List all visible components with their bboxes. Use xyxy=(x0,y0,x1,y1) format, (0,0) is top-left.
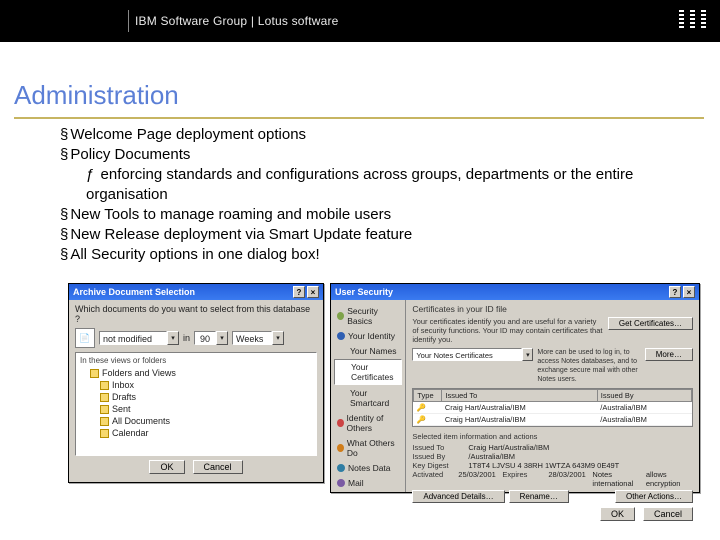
document-icon: 📄 xyxy=(75,328,95,348)
tree-item[interactable]: Sent xyxy=(100,403,312,415)
archive-dialog: Archive Document Selection ? × Which doc… xyxy=(68,283,324,483)
other-actions-button[interactable]: Other Actions… xyxy=(615,490,693,503)
security-dialog: User Security ? × Security Basics Your I… xyxy=(330,283,700,493)
rename-button[interactable]: Rename… xyxy=(509,490,569,503)
more-button[interactable]: More… xyxy=(645,348,693,361)
close-icon[interactable]: × xyxy=(683,286,695,298)
section-title: Administration xyxy=(14,80,720,111)
ibm-logo xyxy=(679,10,706,28)
folder-icon xyxy=(100,381,109,390)
header-divider xyxy=(128,10,129,32)
sidebar-item-notes-data[interactable]: Notes Data xyxy=(334,461,402,475)
grid-col-issued-to: Issued To xyxy=(442,390,597,402)
bullet-release: New Release deployment via Smart Update … xyxy=(60,225,680,245)
section-underline xyxy=(14,117,704,119)
archive-question: Which documents do you want to select fr… xyxy=(75,304,317,324)
duration-unit: Weeks xyxy=(232,331,272,345)
cancel-button[interactable]: Cancel xyxy=(193,460,243,474)
security-dialog-title: User Security xyxy=(335,287,393,297)
cert-type-value: Your Notes Certificates xyxy=(412,348,522,361)
cancel-button[interactable]: Cancel xyxy=(643,507,693,521)
sidebar-item-what-others[interactable]: What Others Do xyxy=(334,436,402,460)
bullet-security: All Security options in one dialog box! xyxy=(60,245,680,265)
cert-grid[interactable]: Type Issued To Issued By 🔑Craig Hart/Aus… xyxy=(412,388,693,427)
sidebar-item-identity[interactable]: Your Identity xyxy=(334,329,402,343)
security-sidebar: Security Basics Your Identity Your Names… xyxy=(331,300,406,492)
duration-unit-combo[interactable]: Weeks ▾ xyxy=(232,331,284,345)
folder-icon xyxy=(100,429,109,438)
folder-icon xyxy=(100,405,109,414)
dot-icon xyxy=(337,332,345,340)
bullet-welcome: Welcome Page deployment options xyxy=(60,125,680,145)
tree-header: In these views or folders xyxy=(80,356,312,365)
folder-tree[interactable]: In these views or folders Folders and Vi… xyxy=(75,352,317,456)
grid-col-issued-by: Issued By xyxy=(597,390,691,402)
grid-row[interactable]: 🔑Craig Hart/Australia/IBM/Australia/IBM xyxy=(414,402,692,414)
archive-dialog-title: Archive Document Selection xyxy=(73,287,195,297)
criteria-in: in xyxy=(183,333,190,343)
bullet-list: Welcome Page deployment options Policy D… xyxy=(60,125,680,265)
grid-col-type: Type xyxy=(414,390,442,402)
ok-button[interactable]: OK xyxy=(149,460,184,474)
dot-icon xyxy=(337,312,344,320)
sidebar-item-mail[interactable]: Mail xyxy=(334,476,402,490)
cert-group-label: Certificates in your ID file xyxy=(412,304,693,314)
folder-icon xyxy=(90,369,99,378)
sidebar-item-others-identity[interactable]: Identity of Others xyxy=(334,411,402,435)
chevron-down-icon[interactable]: ▾ xyxy=(272,331,284,345)
bullet-policy-sub: enforcing standards and configurations a… xyxy=(86,165,680,205)
ok-button[interactable]: OK xyxy=(600,507,635,521)
dot-icon xyxy=(337,444,344,452)
dot-icon xyxy=(337,464,345,472)
help-icon[interactable]: ? xyxy=(293,286,305,298)
tree-item[interactable]: Inbox xyxy=(100,379,312,391)
sidebar-item-certificates[interactable]: Your Certificates xyxy=(334,359,402,385)
tree-item[interactable]: All Documents xyxy=(100,415,312,427)
info-header: Selected item information and actions xyxy=(412,432,693,441)
chevron-down-icon[interactable]: ▾ xyxy=(167,331,179,345)
cert-more-hint: More can be used to log in, to access No… xyxy=(537,348,640,384)
sidebar-item-names[interactable]: Your Names xyxy=(334,344,402,358)
criteria-value: not modified xyxy=(99,331,167,345)
chevron-down-icon[interactable]: ▾ xyxy=(522,348,533,361)
close-icon[interactable]: × xyxy=(307,286,319,298)
chevron-down-icon[interactable]: ▾ xyxy=(216,331,228,345)
cert-type-combo[interactable]: Your Notes Certificates ▾ xyxy=(412,348,533,361)
grid-row[interactable]: 🔑Craig Hart/Australia/IBM/Australia/IBM xyxy=(414,414,692,426)
help-icon[interactable]: ? xyxy=(669,286,681,298)
tree-root[interactable]: Folders and Views xyxy=(90,367,312,379)
cert-info: Selected item information and actions Is… xyxy=(412,430,693,503)
criteria-combo[interactable]: not modified ▾ xyxy=(99,331,179,345)
folder-icon xyxy=(100,417,109,426)
dot-icon xyxy=(337,479,345,487)
dot-icon xyxy=(337,419,344,427)
advanced-details-button[interactable]: Advanced Details… xyxy=(412,490,504,503)
header-title: IBM Software Group | Lotus software xyxy=(135,14,339,28)
duration-value: 90 xyxy=(194,331,216,345)
sidebar-item-basics[interactable]: Security Basics xyxy=(334,304,402,328)
duration-value-combo[interactable]: 90 ▾ xyxy=(194,331,228,345)
folder-icon xyxy=(100,393,109,402)
bullet-tools: New Tools to manage roaming and mobile u… xyxy=(60,205,680,225)
bullet-policy: Policy Documents xyxy=(60,145,680,165)
tree-item[interactable]: Drafts xyxy=(100,391,312,403)
archive-dialog-titlebar[interactable]: Archive Document Selection ? × xyxy=(69,284,323,300)
get-certificates-button[interactable]: Get Certificates… xyxy=(608,317,693,330)
tree-item[interactable]: Calendar xyxy=(100,427,312,439)
header-bar: IBM Software Group | Lotus software xyxy=(0,0,720,42)
sidebar-item-smartcard[interactable]: Your Smartcard xyxy=(334,386,402,410)
security-dialog-titlebar[interactable]: User Security ? × xyxy=(331,284,699,300)
cert-description: Your certificates identify you and are u… xyxy=(412,317,604,344)
